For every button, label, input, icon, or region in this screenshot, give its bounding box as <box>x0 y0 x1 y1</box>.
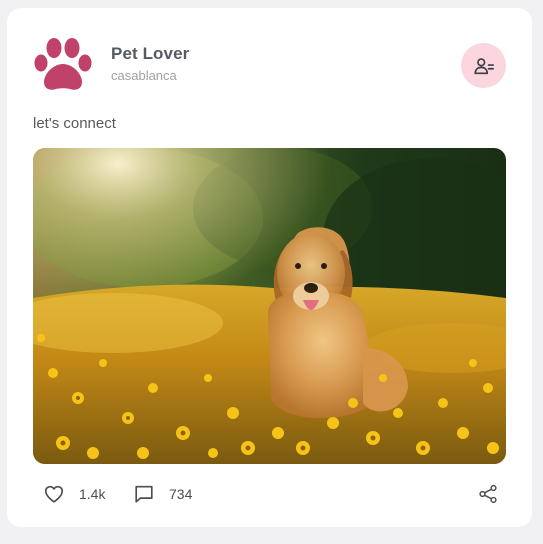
paw-icon[interactable] <box>33 37 93 93</box>
golden-retriever-photo[interactable] <box>33 148 506 464</box>
comment-button[interactable]: 734 <box>133 481 192 507</box>
like-count: 1.4k <box>79 486 106 502</box>
comment-count: 734 <box>169 486 193 502</box>
share-icon <box>479 484 497 504</box>
user-name[interactable]: Pet Lover <box>111 44 189 64</box>
like-button[interactable]: 1.4k <box>43 481 105 507</box>
post-card: Pet Lover casablanca let's connect 1.4k … <box>7 8 532 527</box>
share-button[interactable] <box>477 481 499 507</box>
post-actions: 1.4k 734 <box>33 481 506 507</box>
remove-user-icon <box>473 57 494 74</box>
user-location: casablanca <box>111 68 177 83</box>
post-caption: let's connect <box>33 115 116 132</box>
comment-icon <box>135 485 153 503</box>
heart-icon <box>44 485 64 503</box>
unfollow-button[interactable] <box>461 43 506 88</box>
